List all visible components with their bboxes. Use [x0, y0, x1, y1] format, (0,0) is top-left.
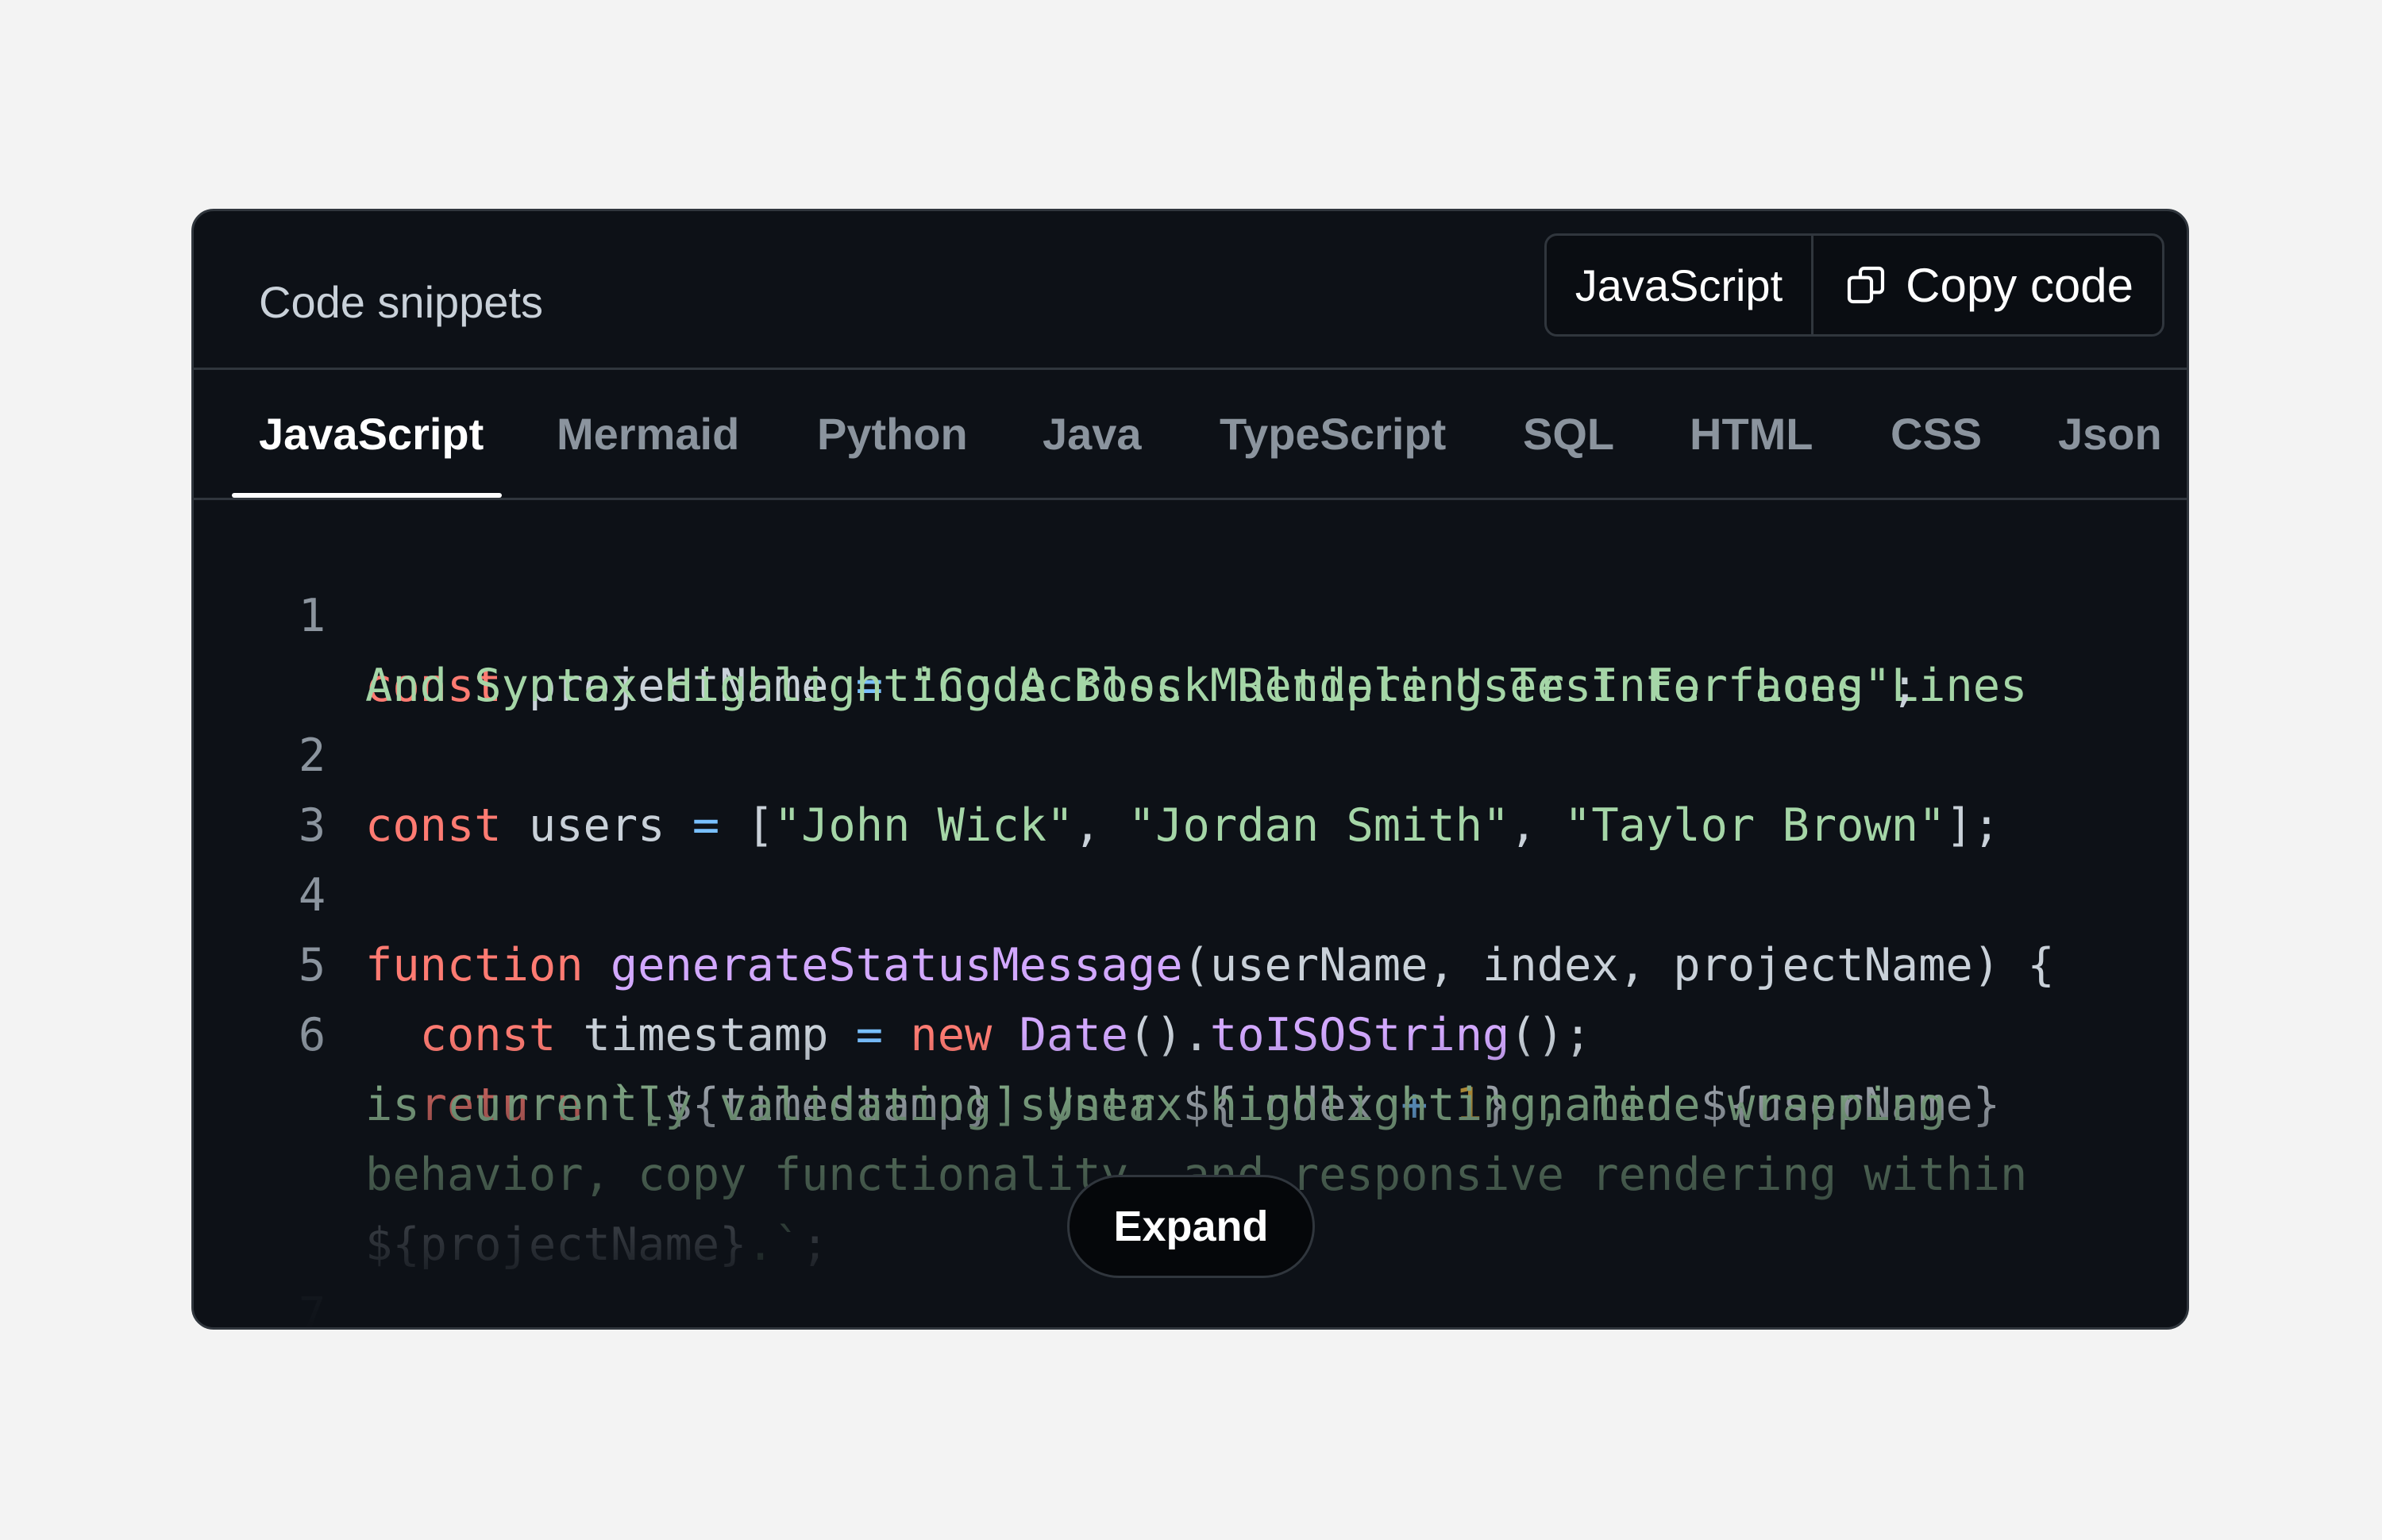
- code-line-6-wrap-3: ${projectName}.`;: [194, 1140, 828, 1271]
- code-line-5: 5 const timestamp = new Date().toISOStri…: [194, 860, 1592, 1061]
- parameters: (userName, index, projectName) {: [1182, 939, 2055, 991]
- punctuation: ;: [1891, 660, 1919, 712]
- function-name: generateStatusMessage: [583, 939, 1183, 991]
- punctuation: ];: [1945, 799, 2001, 852]
- operator: =: [692, 799, 720, 852]
- language-button[interactable]: JavaScript: [1547, 236, 1814, 334]
- tab-typescript[interactable]: TypeScript: [1220, 370, 1446, 498]
- tab-sql[interactable]: SQL: [1523, 370, 1614, 498]
- line-number: 7: [298, 1288, 326, 1330]
- punctuation: ;: [801, 1219, 829, 1271]
- code-snippets-card: Code snippets JavaScript Copy code JavaS…: [191, 209, 2189, 1330]
- copy-code-button[interactable]: Copy code: [1813, 236, 2162, 334]
- string-literal: And Syntax Highlighting Across Multiple …: [365, 660, 1891, 712]
- method-name: toISOString: [1209, 1009, 1510, 1061]
- punctuation: ();: [1509, 1009, 1592, 1061]
- code-line-6-wrap-2: behavior, copy functionality, and respon…: [194, 1070, 2027, 1201]
- code-line-6-wrap-1: is currently validating syntax highlight…: [194, 1000, 1945, 1131]
- code-line-7: 7 }: [194, 1210, 357, 1327]
- tab-java[interactable]: Java: [1043, 370, 1142, 498]
- tab-python[interactable]: Python: [817, 370, 968, 498]
- tab-css[interactable]: CSS: [1891, 370, 1982, 498]
- identifier: users: [501, 799, 692, 852]
- card-header: Code snippets JavaScript Copy code: [194, 211, 2187, 370]
- template-literal: .`: [746, 1219, 802, 1271]
- language-tabs: JavaScript Mermaid Python Java TypeScrip…: [194, 370, 2187, 500]
- tab-javascript[interactable]: JavaScript: [259, 370, 484, 498]
- keyword: const: [365, 799, 502, 852]
- keyword: function: [365, 939, 584, 991]
- string-literal: "Taylor Brown": [1564, 799, 1946, 852]
- punctuation: ,: [1509, 799, 1564, 852]
- class-name: Date: [992, 1009, 1128, 1061]
- identifier: timestamp: [556, 1009, 856, 1061]
- active-tab-indicator: [232, 493, 502, 498]
- header-button-group: JavaScript Copy code: [1544, 233, 2164, 337]
- code-line-3: 3: [194, 721, 357, 852]
- interpolation: ${projectName}: [365, 1219, 747, 1271]
- keyword: const: [419, 1009, 557, 1061]
- string-literal: "John Wick": [773, 799, 1074, 852]
- copy-icon: [1848, 266, 1885, 304]
- code-line-1-wrap: And Syntax Highlighting Across Multiple …: [194, 581, 1918, 712]
- template-literal: is currently validating syntax highlight…: [365, 1079, 1946, 1131]
- card-title: Code snippets: [259, 277, 544, 327]
- keyword: new: [883, 1009, 992, 1061]
- code-line-4: 4 function generateStatusMessage(userNam…: [194, 791, 2055, 991]
- expand-button[interactable]: Expand: [1067, 1175, 1315, 1278]
- tab-mermaid[interactable]: Mermaid: [557, 370, 739, 498]
- copy-code-label: Copy code: [1906, 258, 2133, 312]
- code-line-6: 6 return `[${timestamp}] User ${index + …: [194, 930, 2000, 1131]
- string-literal: "Jordan Smith": [1127, 799, 1510, 852]
- code-line-1: 1 const projectName = "Code Block Render…: [194, 511, 2028, 712]
- tab-html[interactable]: HTML: [1690, 370, 1813, 498]
- tab-json[interactable]: Json: [2058, 370, 2162, 498]
- punctuation: ().: [1127, 1009, 1210, 1061]
- punctuation: [: [719, 799, 774, 852]
- operator: =: [855, 1009, 884, 1061]
- code-line-2: 2 const users = ["John Wick", "Jordan Sm…: [194, 651, 2000, 852]
- punctuation: ,: [1073, 799, 1128, 852]
